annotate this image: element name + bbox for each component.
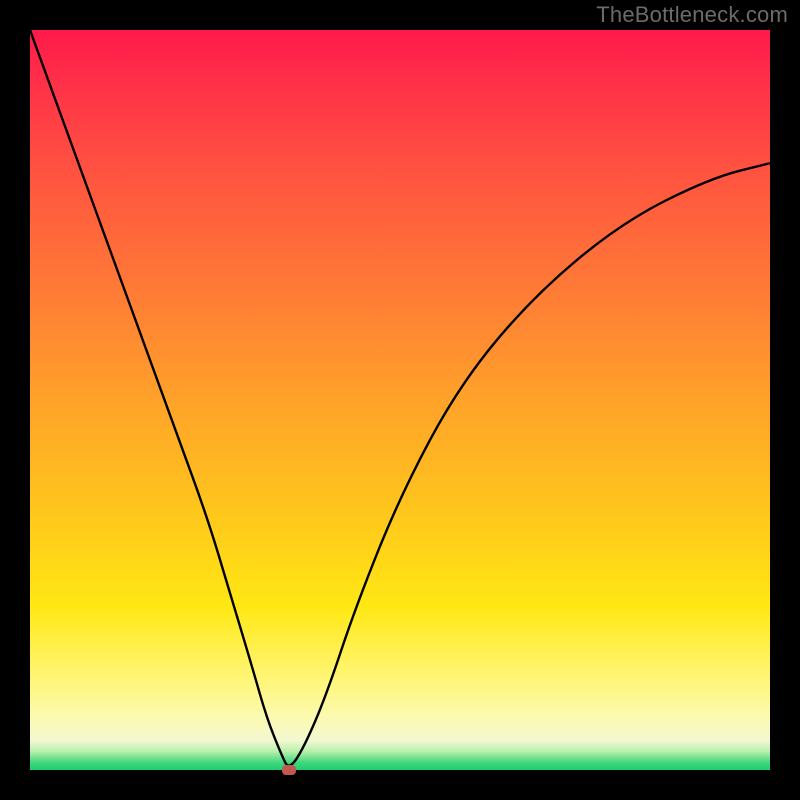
bottleneck-curve	[30, 30, 770, 770]
plot-area	[30, 30, 770, 770]
chart-frame: TheBottleneck.com	[0, 0, 800, 800]
curve-line	[30, 30, 770, 766]
min-point-marker	[282, 765, 296, 775]
watermark-text: TheBottleneck.com	[596, 2, 788, 28]
